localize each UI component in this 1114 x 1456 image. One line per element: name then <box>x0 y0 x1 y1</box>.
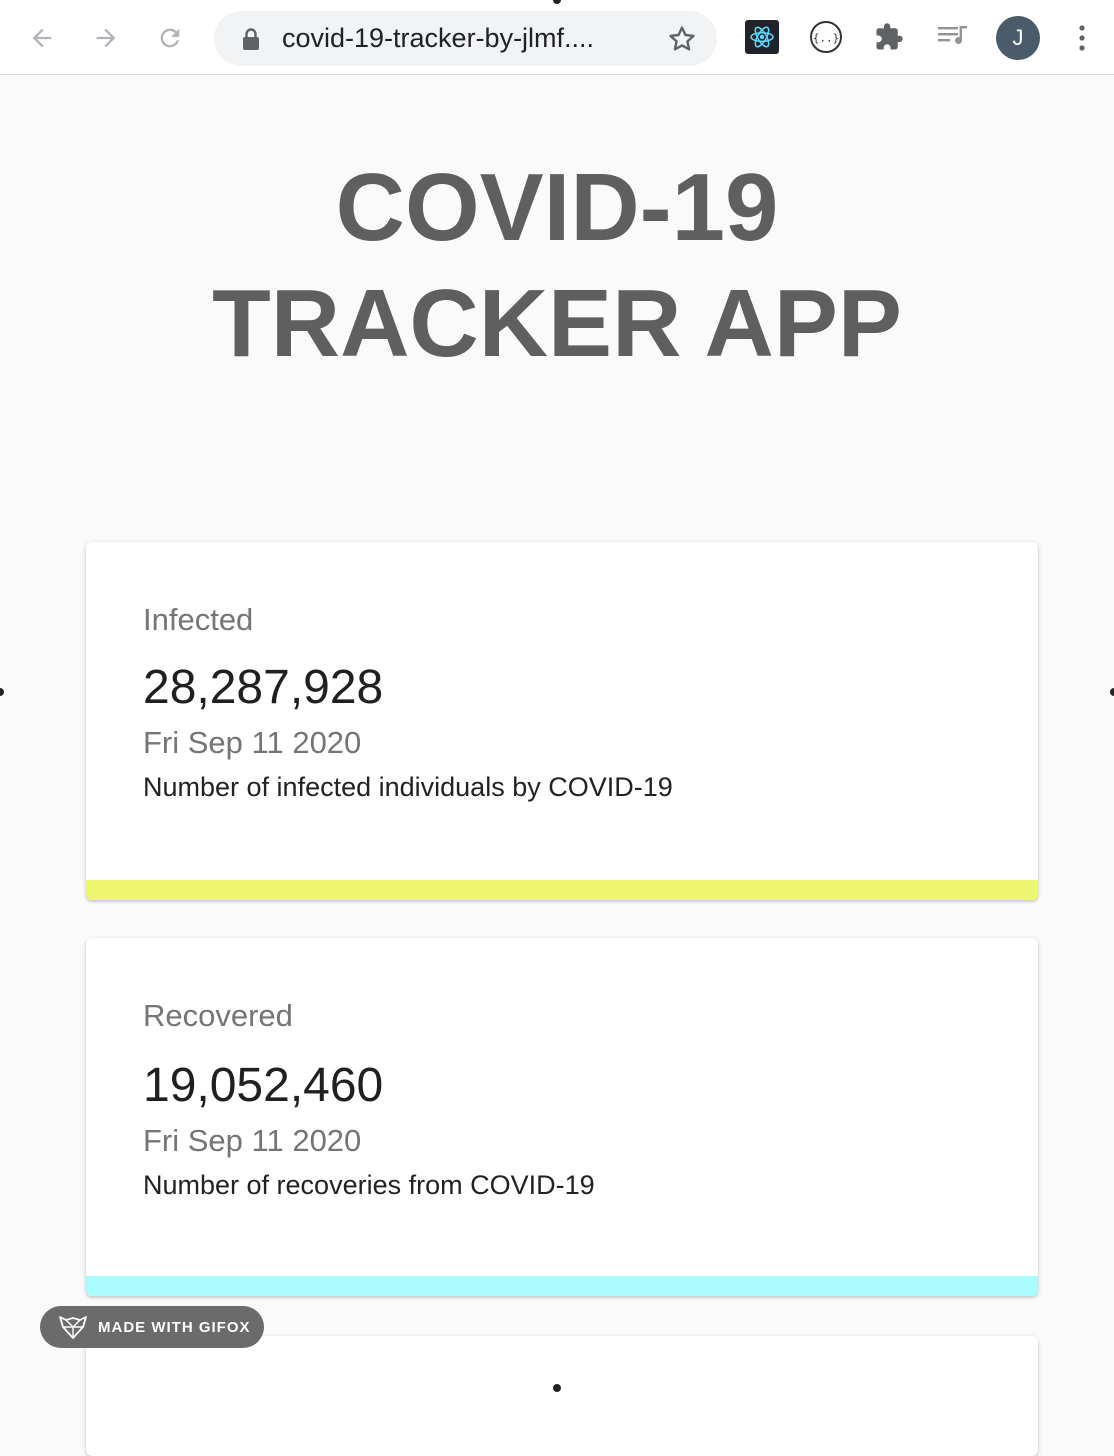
infected-card: Infected 28,287,928 Fri Sep 11 2020 Numb… <box>86 542 1038 900</box>
braces-icon: {..} <box>810 21 842 53</box>
page-title: COVID-19 TRACKER APP <box>0 150 1114 382</box>
arrow-right-icon <box>96 28 116 48</box>
reload-icon <box>160 28 180 48</box>
react-atom-icon <box>750 26 774 48</box>
media-controls-button[interactable] <box>936 20 970 54</box>
json-viewer-extension-icon[interactable]: {..} <box>809 20 843 54</box>
recording-frame-handle <box>0 688 4 696</box>
arrow-left-icon <box>32 28 52 48</box>
reload-button[interactable] <box>150 18 190 58</box>
media-queue-icon <box>938 26 967 45</box>
puzzle-icon <box>876 23 903 50</box>
card-value: 19,052,460 <box>143 1059 384 1112</box>
browser-toolbar: covid-19-tracker-by-jlmf.... {..} J <box>0 0 1114 75</box>
gifox-watermark: MADE WITH GIFOX <box>40 1306 264 1348</box>
recovered-card: Recovered 19,052,460 Fri Sep 11 2020 Num… <box>86 938 1038 1296</box>
fox-logo-icon <box>59 1316 87 1339</box>
card-description: Number of infected individuals by COVID-… <box>143 772 673 802</box>
bookmark-star-icon[interactable] <box>666 23 698 55</box>
card-date: Fri Sep 11 2020 <box>143 1123 362 1158</box>
card-description: Number of recoveries from COVID-19 <box>143 1170 595 1200</box>
card-date: Fri Sep 11 2020 <box>143 725 362 760</box>
lock-icon <box>243 28 259 50</box>
svg-text:{..}: {..} <box>813 32 840 45</box>
address-bar[interactable]: covid-19-tracker-by-jlmf.... <box>214 11 717 66</box>
title-line-1: COVID-19 <box>335 154 779 261</box>
forward-button[interactable] <box>86 18 126 58</box>
recording-frame-handle <box>553 1384 561 1392</box>
deaths-card-partial <box>86 1336 1038 1456</box>
react-devtools-extension-icon[interactable] <box>745 20 779 54</box>
title-line-2: TRACKER APP <box>212 270 902 377</box>
more-menu-icon[interactable] <box>1070 22 1094 54</box>
back-button[interactable] <box>22 18 62 58</box>
card-accent-bar <box>86 880 1038 900</box>
profile-avatar[interactable]: J <box>996 16 1040 60</box>
card-accent-bar <box>86 1276 1038 1296</box>
extensions-button[interactable] <box>872 20 906 54</box>
url-text: covid-19-tracker-by-jlmf.... <box>282 23 595 53</box>
card-value: 28,287,928 <box>143 661 384 714</box>
recording-frame-handle <box>1110 688 1114 696</box>
card-label: Recovered <box>143 998 293 1033</box>
card-label: Infected <box>143 602 254 637</box>
watermark-text: MADE WITH GIFOX <box>98 1318 251 1336</box>
